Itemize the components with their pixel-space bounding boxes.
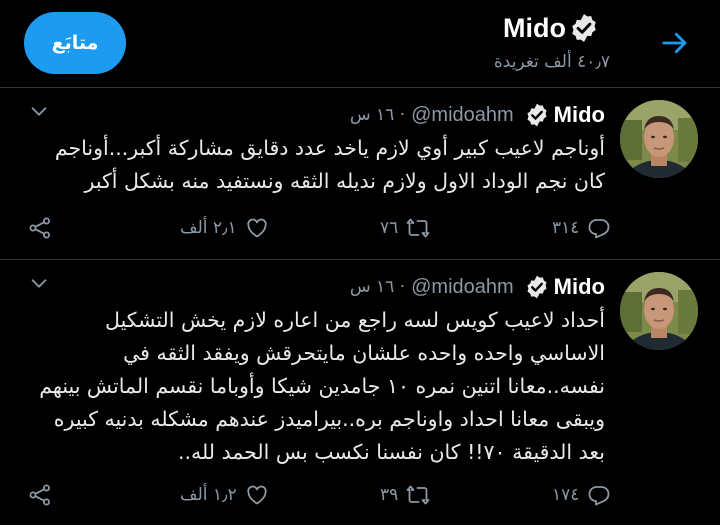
reply-button[interactable]: ٣١٤ (552, 210, 611, 246)
avatar[interactable] (620, 272, 698, 350)
tweet-author-name[interactable]: Mido (554, 274, 605, 300)
like-count: ٢٫١ ألف (180, 218, 237, 238)
tweet-actions: ٢٫١ ألف ٧٦ ٣١٤ (20, 210, 605, 246)
arrow-right-icon[interactable] (660, 28, 690, 58)
like-button[interactable]: ٢٫١ ألف (180, 210, 269, 246)
tweet-time: · ١٦ س (349, 105, 406, 125)
like-icon (245, 216, 269, 240)
profile-name: Mido (503, 12, 566, 43)
tweet-count: ٤٠٫٧ ألف تغريدة (493, 52, 610, 72)
verified-badge-icon (568, 12, 600, 44)
share-icon (28, 216, 52, 240)
following-button[interactable]: متابَع (24, 12, 126, 74)
profile-header: متابَع Mido ٤٠٫٧ ألف تغريدة (0, 0, 720, 88)
tweet[interactable]: · ١٦ س @midoahm Mido أوناجم لاعيب كبير أ… (0, 88, 720, 260)
reply-count: ٣١٤ (552, 218, 580, 238)
reply-icon (587, 483, 611, 507)
verified-badge-icon (524, 102, 550, 128)
reply-icon (587, 216, 611, 240)
tweet-text: أوناجم لاعيب كبير أوي لازم ياخد عدد دقاي… (54, 136, 605, 193)
share-icon (28, 483, 52, 507)
retweet-icon (406, 483, 430, 507)
like-icon (245, 483, 269, 507)
tweet-header: · ١٦ س @midoahm Mido (350, 98, 605, 132)
share-button[interactable] (28, 477, 52, 513)
tweet-text: أحداد لاعيب كويس لسه راجع من اعاره لازم … (39, 308, 605, 464)
retweet-count: ٣٩ (380, 485, 399, 505)
tweet-time: · ١٦ س (349, 277, 406, 297)
tweet-handle[interactable]: @midoahm (411, 104, 514, 127)
profile-title: Mido (503, 8, 600, 48)
like-count: ١٫٢ ألف (180, 485, 237, 505)
reply-button[interactable]: ١٧٤ (552, 477, 611, 513)
tweet-header: · ١٦ س @midoahm Mido (350, 270, 605, 304)
tweet-handle[interactable]: @midoahm (411, 276, 514, 299)
retweet-count: ٧٦ (380, 218, 399, 238)
retweet-button[interactable]: ٧٦ (380, 210, 430, 246)
retweet-button[interactable]: ٣٩ (380, 477, 430, 513)
verified-badge-icon (524, 274, 550, 300)
retweet-icon (406, 216, 430, 240)
avatar[interactable] (620, 100, 698, 178)
like-button[interactable]: ١٫٢ ألف (180, 477, 269, 513)
reply-count: ١٧٤ (552, 485, 580, 505)
tweet-author-name[interactable]: Mido (554, 102, 605, 128)
chevron-down-icon[interactable] (28, 272, 50, 294)
share-button[interactable] (28, 210, 52, 246)
chevron-down-icon[interactable] (28, 100, 50, 122)
tweet[interactable]: · ١٦ س @midoahm Mido أحداد لاعيب كويس لس… (0, 260, 720, 525)
tweet-actions: ١٫٢ ألف ٣٩ ١٧٤ (20, 477, 605, 513)
